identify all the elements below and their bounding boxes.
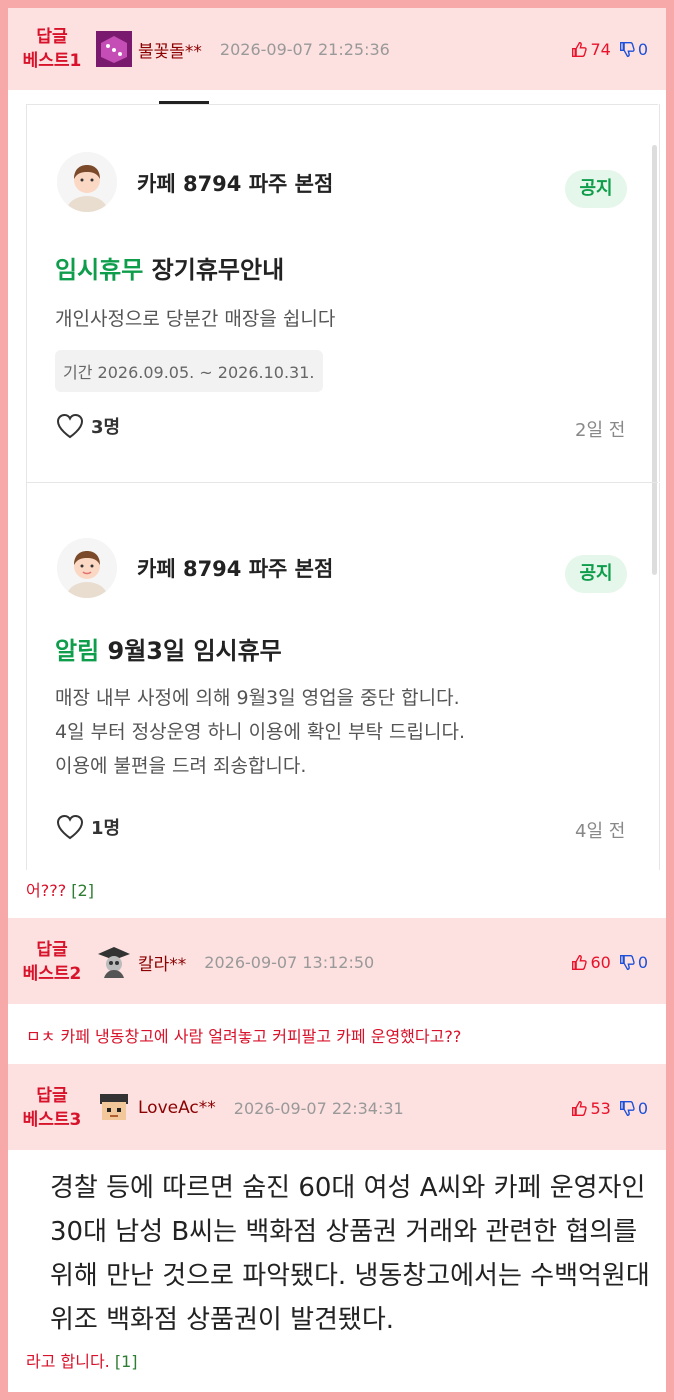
- body-line: 4일 부터 정상운영 하니 이용에 확인 부탁 드립니다.: [55, 721, 466, 743]
- attached-image: 카페 8794 파주 본점 공지 임시휴무 장기휴무안내 개인사정으로 당분간 …: [26, 90, 660, 870]
- notice-badge: 공지: [565, 170, 627, 208]
- upvote-button[interactable]: 53: [571, 1098, 611, 1118]
- downvote-count: 0: [637, 39, 648, 59]
- person-avatar-icon: [57, 538, 117, 598]
- reply-count[interactable]: [1]: [115, 1352, 138, 1371]
- badge-line2: 베스트3: [22, 1110, 82, 1130]
- cafe-name: 카페 8794 파주 본점: [137, 172, 334, 196]
- downvote-count: 0: [637, 1098, 648, 1118]
- badge-line1: 답글: [36, 1086, 68, 1106]
- downvote-button[interactable]: 0: [619, 1099, 648, 1118]
- comment-body: 어???: [26, 881, 67, 900]
- posted-ago: 4일 전: [575, 821, 626, 842]
- cafe-avatar: [57, 538, 117, 598]
- downvote-button[interactable]: 0: [619, 953, 648, 972]
- upvote-count: 53: [590, 1098, 611, 1118]
- thumbs-up-icon: [572, 41, 588, 57]
- badge-line1: 답글: [36, 27, 68, 47]
- comment-text: 어??? [2]: [26, 877, 94, 901]
- tab-bar: [26, 90, 658, 105]
- body-line: 이용에 불편을 드려 죄송합니다.: [55, 755, 307, 777]
- nickname[interactable]: 칼라**: [138, 950, 186, 975]
- title-text: 9월3일 임시휴무: [99, 637, 282, 665]
- notice-body: 매장 내부 사정에 의해 9월3일 영업을 중단 합니다. 4일 부터 정상운영…: [55, 681, 465, 783]
- period-label: 기간 2026.09.05. ~ 2026.10.31.: [55, 350, 323, 392]
- like-button[interactable]: 3명: [55, 412, 120, 440]
- graduate-avatar-icon[interactable]: [96, 944, 132, 980]
- best-badge: 답글 베스트2: [8, 938, 96, 986]
- comment-text: ㅁㅊ 카페 냉동창고에 사람 얼려놓고 커피팔고 카페 운영했다고??: [26, 1027, 462, 1046]
- timestamp: 2026-09-07 13:12:50: [204, 952, 375, 972]
- title-highlight: 알림: [55, 637, 100, 665]
- cafe-name: 카페 8794 파주 본점: [137, 557, 334, 581]
- vote-box: 74 0: [571, 40, 648, 59]
- posted-ago: 2일 전: [575, 420, 626, 441]
- best-badge: 답글 베스트1: [8, 25, 96, 73]
- like-count: 1명: [91, 818, 121, 839]
- best-reply-header-2: 답글 베스트2 칼라** 2026-09-07 13:12:50 60 0: [8, 920, 666, 1004]
- comment-body: 라고 합니다.: [26, 1352, 110, 1371]
- thumbs-up-icon: [572, 954, 588, 970]
- like-button[interactable]: 1명: [55, 813, 120, 841]
- dice-avatar-icon[interactable]: [96, 31, 132, 67]
- comment-text: 라고 합니다. [1]: [26, 1348, 138, 1372]
- downvote-count: 0: [637, 952, 648, 972]
- timestamp: 2026-09-07 22:34:31: [233, 1098, 404, 1118]
- upvote-count: 60: [590, 952, 611, 972]
- badge-line2: 베스트2: [22, 964, 82, 984]
- vote-box: 60 0: [571, 953, 648, 972]
- thumbs-down-icon: [619, 954, 635, 970]
- cafe-avatar: [57, 152, 117, 212]
- nickname[interactable]: 불꽃돌**: [138, 37, 202, 62]
- downvote-button[interactable]: 0: [619, 40, 648, 59]
- thumbs-up-icon: [572, 1100, 588, 1116]
- quoted-article-text: 경찰 등에 따르면 숨진 60대 여성 A씨와 카페 운영자인 30대 남성 B…: [50, 1173, 650, 1335]
- reply-count[interactable]: [2]: [71, 881, 94, 900]
- vote-box: 53 0: [571, 1099, 648, 1118]
- like-count: 3명: [91, 417, 121, 438]
- body-line: 매장 내부 사정에 의해 9월3일 영업을 중단 합니다.: [55, 687, 460, 709]
- comment-thread: 답글 베스트1 불꽃돌** 2026-09-07 21:25:36 74 0 카…: [8, 8, 666, 1392]
- notice-card: 카페 8794 파주 본점 공지 임시휴무 장기휴무안내 개인사정으로 당분간 …: [26, 104, 660, 482]
- pixel-face-avatar-icon[interactable]: [96, 1090, 132, 1126]
- badge-line1: 답글: [36, 940, 68, 960]
- heart-icon: [56, 814, 84, 840]
- upvote-button[interactable]: 74: [571, 39, 611, 59]
- title-highlight: 임시휴무: [55, 256, 144, 284]
- best-reply-header-1: 답글 베스트1 불꽃돌** 2026-09-07 21:25:36 74 0: [8, 8, 666, 90]
- thumbs-down-icon: [619, 41, 635, 57]
- notice-body: 개인사정으로 당분간 매장을 쉽니다: [55, 302, 335, 336]
- notice-title: 알림 9월3일 임시휴무: [55, 631, 282, 666]
- thumbs-down-icon: [619, 1100, 635, 1116]
- notice-card: 카페 8794 파주 본점 공지 알림 9월3일 임시휴무 매장 내부 사정에 …: [26, 483, 660, 870]
- upvote-count: 74: [590, 39, 611, 59]
- notice-title: 임시휴무 장기휴무안내: [55, 250, 284, 285]
- notice-badge: 공지: [565, 555, 627, 593]
- upvote-button[interactable]: 60: [571, 952, 611, 972]
- best-reply-header-3: 답글 베스트3 LoveAc** 2026-09-07 22:34:31 53 …: [8, 1066, 666, 1150]
- body-line: 개인사정으로 당분간 매장을 쉽니다: [55, 308, 336, 330]
- person-avatar-icon: [57, 152, 117, 212]
- title-text: 장기휴무안내: [143, 256, 285, 284]
- timestamp: 2026-09-07 21:25:36: [219, 39, 390, 59]
- heart-icon: [56, 413, 84, 439]
- badge-line2: 베스트1: [22, 51, 82, 71]
- best-badge: 답글 베스트3: [8, 1084, 96, 1132]
- nickname[interactable]: LoveAc**: [138, 1098, 216, 1118]
